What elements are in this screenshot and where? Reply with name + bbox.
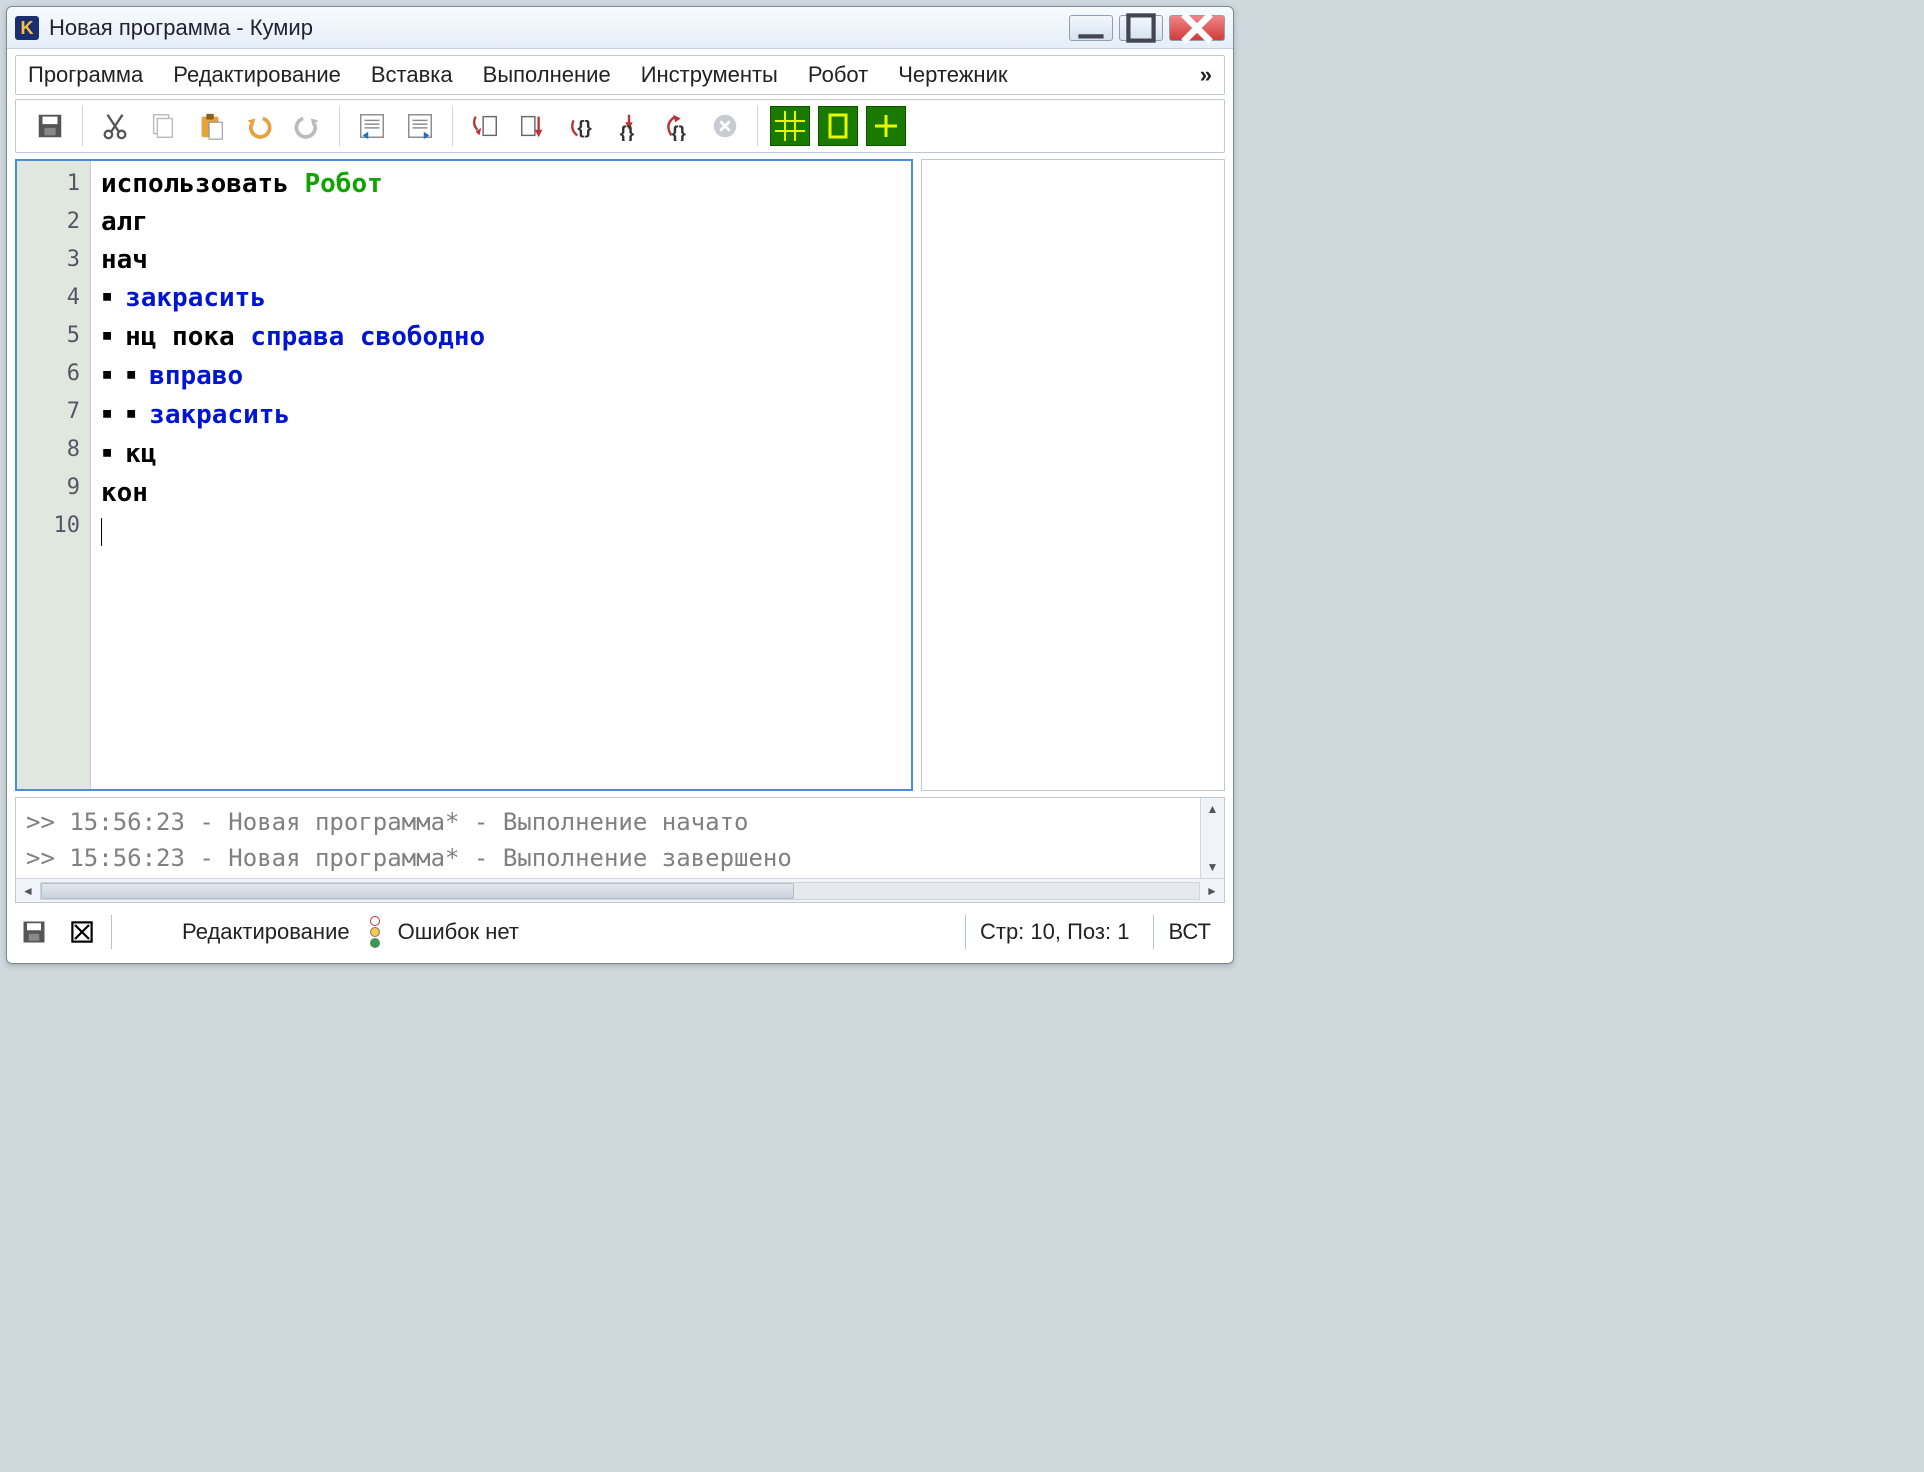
- status-position: Стр: 10, Поз: 1: [965, 915, 1143, 949]
- main-area: 12345678910 использовать Роботалгнач▪ за…: [7, 153, 1233, 797]
- app-icon: K: [15, 16, 39, 40]
- robot-grid-icon[interactable]: [770, 106, 810, 146]
- maximize-button[interactable]: [1119, 15, 1163, 41]
- svg-text:{}: {}: [671, 122, 686, 141]
- line-gutter: 12345678910: [17, 161, 91, 789]
- code-line[interactable]: ▪ ▪ закрасить: [101, 396, 901, 435]
- status-mode: Редактирование: [182, 919, 350, 945]
- line-number: 2: [17, 203, 80, 241]
- console-vscrollbar[interactable]: ▲ ▼: [1200, 798, 1224, 878]
- console-text: >> 15:56:23 - Новая программа* - Выполне…: [16, 798, 1224, 878]
- menu-robot[interactable]: Робот: [808, 62, 868, 88]
- menu-run[interactable]: Выполнение: [483, 62, 611, 88]
- code-line[interactable]: ▪ нц пока справа свободно: [101, 318, 901, 357]
- menu-edit[interactable]: Редактирование: [173, 62, 341, 88]
- status-cancel-icon[interactable]: [63, 915, 101, 949]
- menu-overflow[interactable]: »: [1200, 62, 1212, 88]
- svg-text:{}: {}: [577, 117, 592, 138]
- scroll-left-icon[interactable]: ◄: [16, 880, 40, 902]
- status-bar: Редактирование Ошибок нет Стр: 10, Поз: …: [15, 909, 1225, 955]
- scroll-right-icon[interactable]: ►: [1200, 880, 1224, 902]
- app-window: K Новая программа - Кумир Программа Реда…: [6, 6, 1234, 964]
- line-number: 4: [17, 279, 80, 317]
- code-line[interactable]: нач: [101, 241, 901, 279]
- title-bar: K Новая программа - Кумир: [7, 7, 1233, 49]
- undo-icon[interactable]: [239, 106, 279, 146]
- line-number: 3: [17, 241, 80, 279]
- menu-program[interactable]: Программа: [28, 62, 143, 88]
- line-number: 9: [17, 469, 80, 507]
- indent-left-icon[interactable]: [352, 106, 392, 146]
- side-panel: [921, 159, 1225, 791]
- code-content[interactable]: использовать Роботалгнач▪ закрасить▪ нц …: [91, 161, 911, 789]
- line-number: 7: [17, 393, 80, 431]
- line-number: 6: [17, 355, 80, 393]
- run-fast-icon[interactable]: {}: [657, 106, 697, 146]
- code-line[interactable]: кон: [101, 474, 901, 512]
- close-button[interactable]: [1169, 15, 1225, 41]
- text-cursor: [101, 518, 102, 546]
- scroll-thumb[interactable]: [41, 883, 794, 899]
- robot-pen-icon[interactable]: [866, 106, 906, 146]
- console-hscrollbar[interactable]: ◄ ►: [16, 878, 1224, 902]
- output-console: >> 15:56:23 - Новая программа* - Выполне…: [15, 797, 1225, 903]
- code-line[interactable]: [101, 512, 901, 551]
- code-line[interactable]: использовать Робот: [101, 165, 901, 203]
- robot-field-icon[interactable]: [818, 106, 858, 146]
- code-editor[interactable]: 12345678910 использовать Роботалгнач▪ за…: [15, 159, 913, 791]
- paste-icon[interactable]: [191, 106, 231, 146]
- window-controls: [1069, 15, 1225, 41]
- run-icon[interactable]: {}: [561, 106, 601, 146]
- status-insert-mode: ВСТ: [1153, 915, 1225, 949]
- menu-bar: Программа Редактирование Вставка Выполне…: [15, 55, 1225, 95]
- scroll-up-icon[interactable]: ▲: [1201, 798, 1225, 820]
- menu-insert[interactable]: Вставка: [371, 62, 453, 88]
- run-to-icon[interactable]: {}: [609, 106, 649, 146]
- line-number: 8: [17, 431, 80, 469]
- code-line[interactable]: ▪ ▪ вправо: [101, 357, 901, 396]
- save-icon[interactable]: [30, 106, 70, 146]
- window-title: Новая программа - Кумир: [49, 15, 1069, 41]
- toolbar: {} {} {}: [15, 99, 1225, 153]
- indent-right-icon[interactable]: [400, 106, 440, 146]
- cut-icon[interactable]: [95, 106, 135, 146]
- step-into-icon[interactable]: [465, 106, 505, 146]
- menu-draftsman[interactable]: Чертежник: [898, 62, 1007, 88]
- stop-icon[interactable]: [705, 106, 745, 146]
- traffic-light-icon: [370, 916, 380, 948]
- line-number: 1: [17, 165, 80, 203]
- redo-icon[interactable]: [287, 106, 327, 146]
- status-save-icon[interactable]: [15, 915, 53, 949]
- scroll-down-icon[interactable]: ▼: [1201, 856, 1225, 878]
- menu-tools[interactable]: Инструменты: [641, 62, 778, 88]
- line-number: 10: [17, 507, 80, 545]
- status-errors: Ошибок нет: [398, 919, 519, 945]
- minimize-button[interactable]: [1069, 15, 1113, 41]
- line-number: 5: [17, 317, 80, 355]
- code-line[interactable]: ▪ кц: [101, 435, 901, 474]
- code-line[interactable]: алг: [101, 203, 901, 241]
- code-line[interactable]: ▪ закрасить: [101, 279, 901, 318]
- svg-text:{}: {}: [620, 122, 635, 141]
- step-over-icon[interactable]: [513, 106, 553, 146]
- copy-icon[interactable]: [143, 106, 183, 146]
